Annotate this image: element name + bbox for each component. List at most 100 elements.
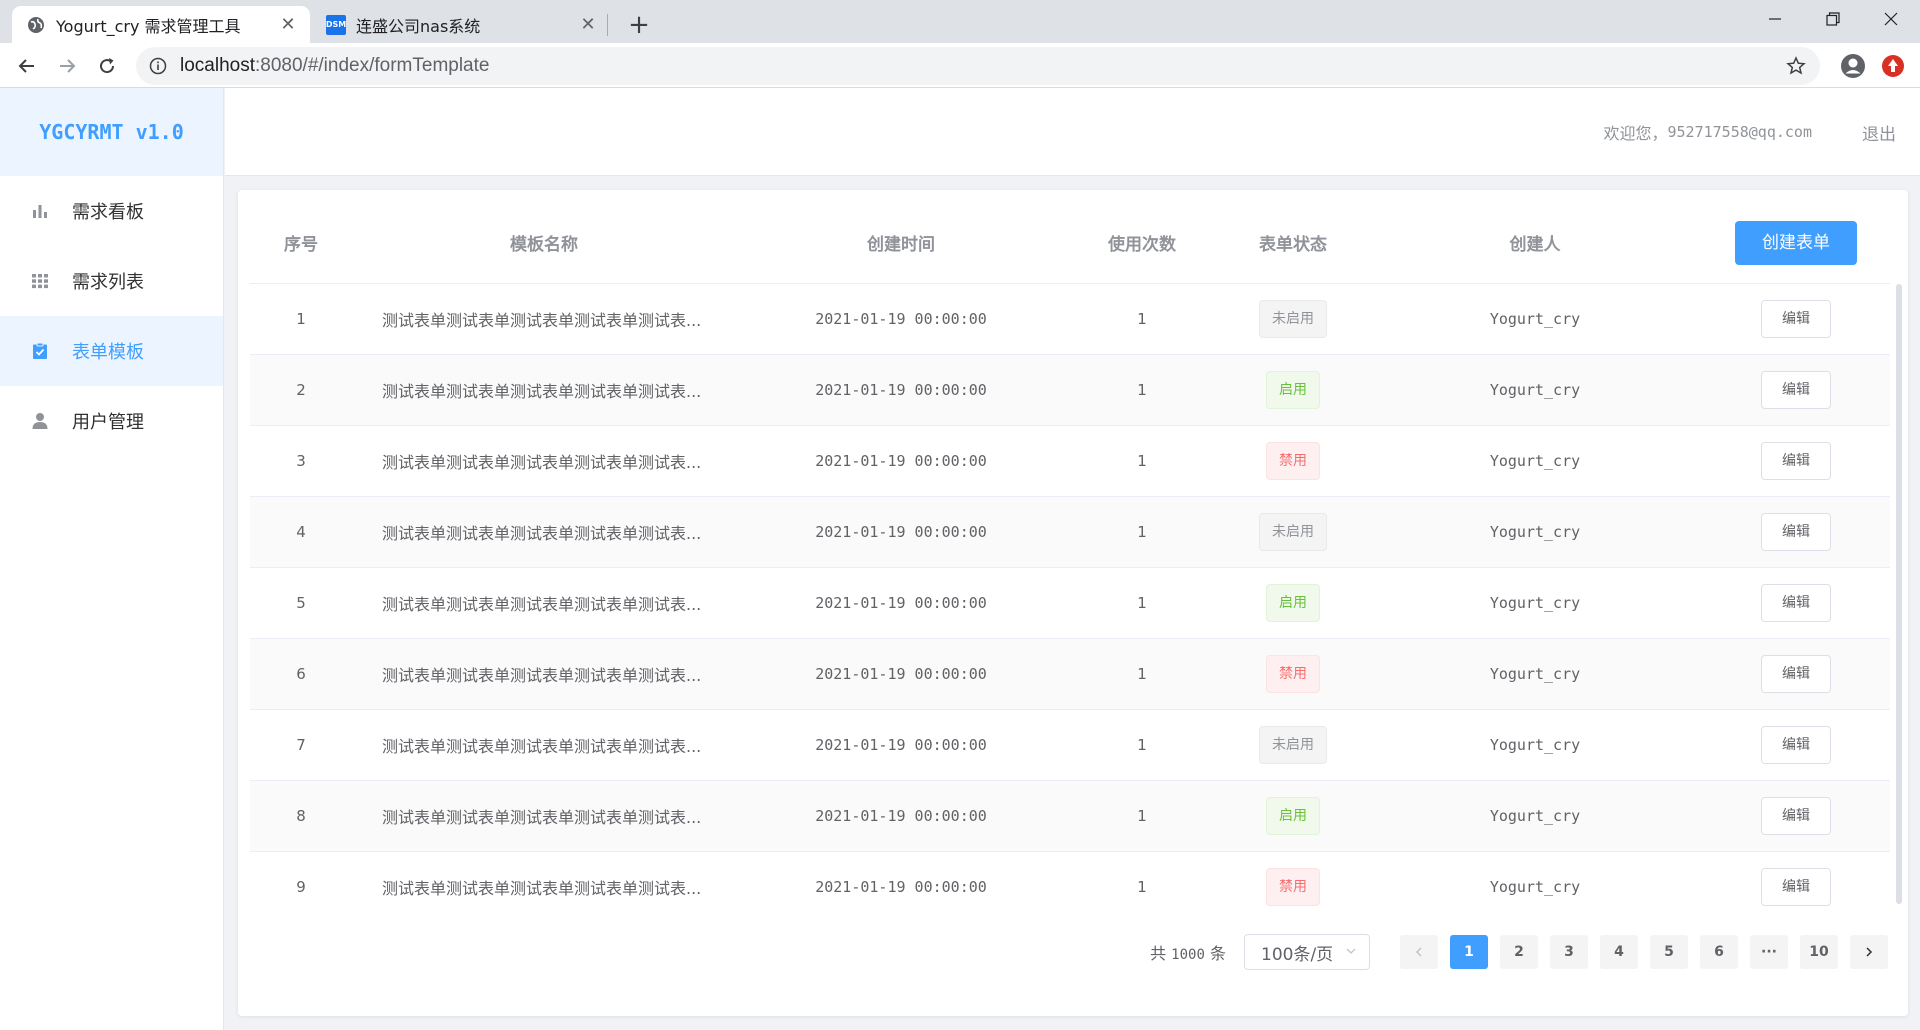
restore-icon[interactable]	[1804, 0, 1862, 38]
address-bar[interactable]: localhost:8080/#/index/formTemplate	[136, 47, 1820, 85]
edit-button[interactable]: 编辑	[1761, 442, 1831, 480]
sidebar-item-dashboard[interactable]: 需求看板	[0, 176, 223, 246]
table-row: 7 测试表单测试表单测试表单测试表单测试表... 2021-01-19 00:00:…	[250, 710, 1890, 781]
status-badge: 禁用	[1266, 442, 1320, 480]
close-tab-icon[interactable]: ✕	[276, 13, 300, 37]
edit-button[interactable]: 编辑	[1761, 726, 1831, 764]
cell-status: 启用	[1218, 584, 1368, 622]
cell-creator: Yogurt_cry	[1489, 310, 1581, 328]
pagination: 共 1000 条 100条/页 1 2 3 4 5 6 ··· 10	[238, 912, 1908, 992]
page-size-value: 100条/页	[1261, 944, 1334, 965]
table-row: 4 测试表单测试表单测试表单测试表单测试表... 2021-01-19 00:00:…	[250, 497, 1890, 568]
status-badge: 未启用	[1259, 513, 1327, 551]
page-button[interactable]: 1	[1450, 935, 1488, 969]
bookmark-star-icon[interactable]	[1786, 56, 1806, 76]
url-host: localhost	[180, 55, 255, 76]
next-page-button[interactable]	[1850, 935, 1888, 969]
table-scrollbar[interactable]	[1896, 284, 1902, 904]
sidebar-item-label: 需求看板	[72, 202, 144, 223]
cell-usage-count: 1	[1137, 310, 1147, 328]
cell-created-time: 2021-01-19 00:00:00	[815, 665, 987, 683]
page-button[interactable]: 10	[1800, 935, 1838, 969]
scrollbar-thumb[interactable]	[1896, 284, 1902, 904]
cell-index: 1	[296, 310, 306, 328]
logout-link[interactable]: 退出	[1862, 88, 1896, 176]
table-row: 1 测试表单测试表单测试表单测试表单测试表... 2021-01-19 00:00:…	[250, 284, 1890, 355]
edit-button[interactable]: 编辑	[1761, 371, 1831, 409]
sidebar-item-label: 需求列表	[72, 272, 144, 293]
sidebar-item-list[interactable]: 需求列表	[0, 246, 223, 316]
cell-created-time: 2021-01-19 00:00:00	[815, 523, 987, 541]
cell-actions: 编辑	[1702, 442, 1890, 480]
browser-tab-active[interactable]: Yogurt_cry 需求管理工具 ✕	[12, 6, 310, 43]
bar-chart-icon	[30, 201, 50, 221]
prev-page-button[interactable]	[1400, 935, 1438, 969]
new-tab-plus-icon[interactable]: +	[622, 8, 656, 42]
profile-avatar-icon[interactable]	[1838, 51, 1868, 81]
cell-actions: 编辑	[1702, 726, 1890, 764]
sidebar-item-label: 用户管理	[72, 412, 144, 433]
page-button[interactable]: 2	[1500, 935, 1538, 969]
cell-actions: 编辑	[1702, 584, 1890, 622]
close-tab-icon[interactable]: ✕	[576, 13, 600, 37]
page-button[interactable]: 3	[1550, 935, 1588, 969]
cell-template-name: 测试表单测试表单测试表单测试表单测试表...	[382, 453, 702, 472]
cell-usage-count: 1	[1137, 665, 1147, 683]
close-window-icon[interactable]	[1862, 0, 1920, 38]
status-badge: 启用	[1266, 797, 1320, 835]
info-icon[interactable]	[148, 56, 168, 76]
cell-template-name: 测试表单测试表单测试表单测试表单测试表...	[382, 666, 702, 685]
cell-created-time: 2021-01-19 00:00:00	[815, 807, 987, 825]
cell-status: 禁用	[1218, 655, 1368, 693]
edit-button[interactable]: 编辑	[1761, 300, 1831, 338]
column-header-count: 使用次数	[1108, 235, 1176, 255]
edit-button[interactable]: 编辑	[1761, 513, 1831, 551]
cell-usage-count: 1	[1137, 523, 1147, 541]
edit-button[interactable]: 编辑	[1761, 797, 1831, 835]
cell-created-time: 2021-01-19 00:00:00	[815, 381, 987, 399]
reload-icon[interactable]	[90, 49, 124, 83]
cell-template-name: 测试表单测试表单测试表单测试表单测试表...	[382, 382, 702, 401]
total-suffix: 条	[1209, 944, 1226, 963]
cell-status: 未启用	[1218, 726, 1368, 764]
cell-usage-count: 1	[1137, 594, 1147, 612]
url-path: :8080/#/index/formTemplate	[255, 55, 490, 76]
cell-template-name: 测试表单测试表单测试表单测试表单测试表...	[382, 311, 702, 330]
edit-button[interactable]: 编辑	[1761, 655, 1831, 693]
cell-status: 未启用	[1218, 300, 1368, 338]
create-form-button[interactable]: 创建表单	[1735, 220, 1857, 265]
browser-tab-inactive[interactable]: DSM 连盛公司nas系统 ✕	[312, 6, 610, 43]
table-row: 2 测试表单测试表单测试表单测试表单测试表... 2021-01-19 00:00:…	[250, 355, 1890, 426]
more-pages-button[interactable]: ···	[1750, 935, 1788, 969]
cell-actions: 编辑	[1702, 513, 1890, 551]
extension-icon[interactable]	[1878, 51, 1908, 81]
cell-actions: 编辑	[1702, 868, 1890, 906]
app-logo: YGCYRMT v1.0	[0, 88, 223, 176]
column-header-name: 模板名称	[510, 235, 578, 255]
content-card: 序号 模板名称 创建时间 使用次数 表单状态 创建人 创建表单 1 测试表单测试表…	[238, 190, 1908, 1016]
cell-actions: 编辑	[1702, 797, 1890, 835]
sidebar-item-users[interactable]: 用户管理	[0, 386, 223, 456]
globe-icon	[26, 15, 46, 35]
dsm-logo: DSM	[326, 14, 346, 35]
edit-button[interactable]: 编辑	[1761, 868, 1831, 906]
table-body: 1 测试表单测试表单测试表单测试表单测试表... 2021-01-19 00:00:…	[250, 284, 1890, 912]
edit-button[interactable]: 编辑	[1761, 584, 1831, 622]
cell-actions: 编辑	[1702, 371, 1890, 409]
cell-actions: 编辑	[1702, 655, 1890, 693]
status-badge: 启用	[1266, 584, 1320, 622]
page-size-select[interactable]: 100条/页	[1244, 934, 1370, 970]
forward-arrow-icon[interactable]	[50, 49, 84, 83]
cell-usage-count: 1	[1137, 381, 1147, 399]
page-button[interactable]: 6	[1700, 935, 1738, 969]
cell-status: 启用	[1218, 797, 1368, 835]
pagination-total: 共 1000 条	[1150, 940, 1226, 964]
cell-index: 2	[296, 381, 306, 399]
sidebar-item-form-template[interactable]: 表单模板	[0, 316, 223, 386]
page-button[interactable]: 5	[1650, 935, 1688, 969]
page-button[interactable]: 4	[1600, 935, 1638, 969]
cell-usage-count: 1	[1137, 736, 1147, 754]
minimize-icon[interactable]	[1746, 0, 1804, 38]
cell-index: 7	[296, 736, 306, 754]
back-arrow-icon[interactable]	[10, 49, 44, 83]
